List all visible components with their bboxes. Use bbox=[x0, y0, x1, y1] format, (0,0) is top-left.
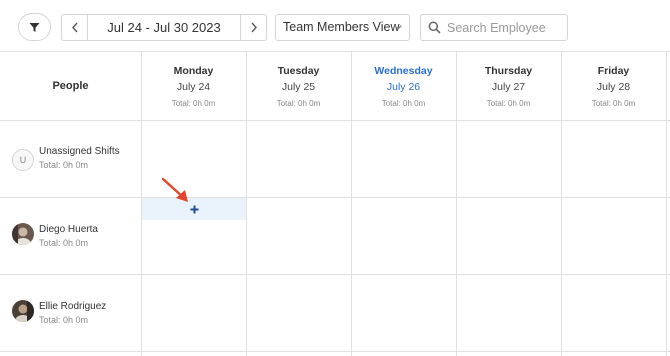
day-date: July 25 bbox=[281, 81, 316, 93]
previous-week-button[interactable] bbox=[62, 15, 88, 40]
chevron-left-icon bbox=[71, 22, 78, 33]
filter-icon bbox=[29, 22, 40, 32]
day-total: Total: 0h 0m bbox=[591, 99, 636, 108]
date-range-label[interactable]: Jul 24 - Jul 30 2023 bbox=[88, 15, 240, 40]
search-employee-input[interactable] bbox=[447, 20, 565, 35]
search-box bbox=[420, 14, 568, 41]
view-select-value: Team Members View bbox=[283, 20, 400, 34]
chevron-down-icon bbox=[393, 15, 403, 49]
person-total: Total: 0h 0m bbox=[39, 160, 89, 170]
search-icon bbox=[421, 21, 447, 34]
people-column-header: People bbox=[52, 80, 89, 92]
day-total: Total: 0h 0m bbox=[276, 99, 321, 108]
person-name[interactable]: Unassigned Shifts bbox=[39, 146, 120, 157]
person-row-diego-huerta: Diego Huerta Total: 0h 0m bbox=[0, 198, 141, 275]
day-date: July 24 bbox=[176, 81, 211, 93]
view-select[interactable]: Team Members View bbox=[275, 14, 410, 41]
date-range-navigator: Jul 24 - Jul 30 2023 bbox=[61, 14, 267, 41]
filter-button[interactable] bbox=[18, 13, 51, 41]
toolbar: Jul 24 - Jul 30 2023 Team Members View bbox=[0, 0, 670, 52]
day-date: July 28 bbox=[596, 81, 631, 93]
avatar bbox=[12, 223, 34, 245]
day-name: Friday bbox=[597, 65, 630, 77]
avatar: U bbox=[12, 149, 34, 171]
day-name: Thursday bbox=[484, 65, 533, 77]
chevron-right-icon bbox=[250, 22, 257, 33]
day-name: Tuesday bbox=[277, 65, 320, 77]
day-header-monday: Monday July 24 Total: 0h 0m bbox=[141, 52, 246, 120]
day-total: Total: 0h 0m bbox=[486, 99, 531, 108]
avatar bbox=[12, 300, 34, 322]
day-name: Wednesday bbox=[374, 65, 433, 77]
day-date: July 27 bbox=[491, 81, 526, 93]
day-name: Monday bbox=[173, 65, 214, 77]
schedule-grid: People Monday July 24 Total: 0h 0m Tuesd… bbox=[0, 52, 670, 356]
add-shift-cell[interactable] bbox=[142, 198, 246, 220]
day-header-thursday: Thursday July 27 Total: 0h 0m bbox=[456, 52, 561, 120]
annotation-arrow-icon bbox=[161, 177, 188, 202]
person-total: Total: 0h 0m bbox=[39, 315, 89, 325]
day-total: Total: 0h 0m bbox=[171, 99, 216, 108]
day-header-friday: Friday July 28 Total: 0h 0m bbox=[561, 52, 666, 120]
person-name[interactable]: Ellie Rodriguez bbox=[39, 301, 106, 312]
day-total: Total: 0h 0m bbox=[381, 99, 426, 108]
person-row-ellie-rodriguez: Ellie Rodriguez Total: 0h 0m bbox=[0, 275, 141, 352]
person-total: Total: 0h 0m bbox=[39, 238, 89, 248]
next-week-button[interactable] bbox=[240, 15, 266, 40]
day-header-wednesday: Wednesday July 26 Total: 0h 0m bbox=[351, 52, 456, 120]
person-row-unassigned-shifts: U Unassigned Shifts Total: 0h 0m bbox=[0, 121, 141, 198]
grid-line bbox=[666, 52, 667, 356]
person-name[interactable]: Diego Huerta bbox=[39, 224, 98, 235]
day-header-tuesday: Tuesday July 25 Total: 0h 0m bbox=[246, 52, 351, 120]
day-date: July 26 bbox=[386, 81, 421, 93]
